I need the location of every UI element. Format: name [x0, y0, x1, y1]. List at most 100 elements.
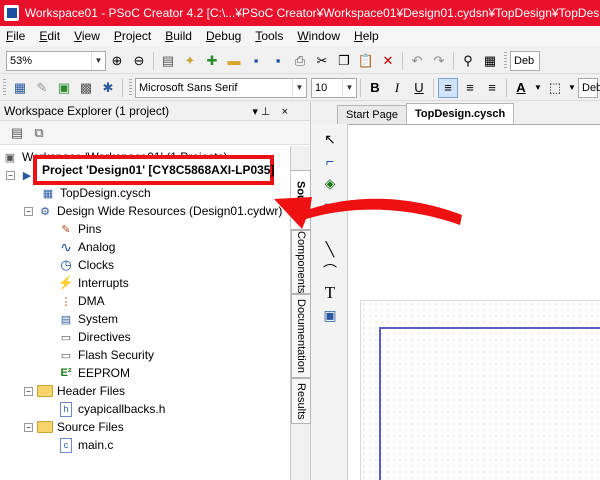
separator — [506, 78, 507, 97]
image-icon[interactable]: ▣ — [321, 306, 339, 324]
collapse-icon[interactable]: − — [24, 206, 33, 216]
align-right-icon[interactable]: ≡ — [482, 78, 502, 98]
schematic-canvas[interactable] — [348, 124, 600, 480]
separator — [453, 51, 454, 70]
collapse-all-icon[interactable]: ⧉ — [29, 123, 49, 143]
menu-debug[interactable]: Debug — [206, 29, 241, 43]
find-icon[interactable]: ⚲ — [458, 51, 478, 71]
tree-node-eeprom[interactable]: E² EEPROM — [58, 364, 131, 382]
build-icon[interactable]: ▦ — [10, 78, 30, 98]
schematic-sheet[interactable] — [360, 300, 600, 480]
save-icon[interactable]: ▪ — [246, 51, 266, 71]
program-icon[interactable]: ▣ — [54, 78, 74, 98]
chevron-down-icon[interactable]: ▼ — [533, 78, 543, 98]
collapse-icon[interactable]: − — [6, 170, 15, 180]
collapse-icon[interactable]: − — [24, 422, 33, 432]
cut-icon[interactable]: ✂ — [312, 51, 332, 71]
folder-icon — [37, 419, 53, 435]
align-center-icon[interactable]: ≡ — [460, 78, 480, 98]
directives-icon: ▭ — [60, 331, 72, 344]
zoom-in-icon[interactable]: ⊕ — [107, 51, 127, 71]
tree-node-main-c[interactable]: c main.c — [58, 436, 113, 454]
tree-node-directives[interactable]: ▭ Directives — [58, 328, 131, 346]
undo-icon[interactable]: ↶ — [407, 51, 427, 71]
explorer-header: Workspace Explorer (1 project) ▾ ⊥ × — [0, 102, 310, 121]
copy-icon[interactable]: ❐ — [334, 51, 354, 71]
tree-node-header-files[interactable]: − Header Files — [24, 382, 125, 400]
delete-icon[interactable]: ✕ — [378, 51, 398, 71]
wire-icon[interactable]: ⌐ — [321, 152, 339, 170]
line-color-icon[interactable]: ⬚ — [545, 78, 565, 98]
open-folder-icon[interactable]: ▬ — [224, 51, 244, 71]
toolbar-grip[interactable] — [129, 78, 132, 97]
add-item-icon[interactable]: ✚ — [202, 51, 222, 71]
tab-results[interactable]: Results — [291, 378, 311, 424]
tree-node-dma[interactable]: ⋮ DMA — [58, 292, 105, 310]
toolbar-grip[interactable] — [3, 78, 6, 97]
menu-build[interactable]: Build — [165, 29, 192, 43]
clean-icon[interactable]: ✎ — [32, 78, 52, 98]
tab-topdesign[interactable]: TopDesign.cysch — [405, 103, 515, 124]
tab-components[interactable]: Components — [291, 230, 311, 294]
device-icon[interactable]: ▩ — [76, 78, 96, 98]
tab-documentation[interactable]: Documentation — [291, 294, 311, 378]
tree-node-pins[interactable]: ✎ Pins — [58, 220, 101, 238]
separator — [122, 78, 123, 97]
tree-node-system[interactable]: ▤ System — [58, 310, 118, 328]
font-size-value: 10 — [315, 81, 328, 94]
eeprom-icon: E² — [60, 367, 72, 379]
menu-edit[interactable]: Edit — [39, 29, 60, 43]
new-project-icon[interactable]: ✦ — [180, 51, 200, 71]
font-name-combo[interactable]: Microsoft Sans Serif ▼ — [135, 77, 307, 98]
debug-combo-value: Deb — [582, 81, 600, 94]
tree-node-source-files[interactable]: − Source Files — [24, 418, 124, 436]
tree-node-header-file[interactable]: h cyapicallbacks.h — [58, 400, 165, 418]
zoom-combo[interactable]: 53% ▼ — [6, 50, 106, 71]
zoom-out-icon[interactable]: ⊖ — [129, 51, 149, 71]
line-icon[interactable]: ╲ — [321, 240, 339, 258]
collapse-icon[interactable]: − — [24, 386, 33, 396]
debug-icon[interactable]: ✱ — [98, 78, 118, 98]
font-color-icon[interactable]: A — [511, 78, 531, 98]
separator — [360, 78, 361, 97]
print-icon[interactable]: ⎙ — [290, 51, 310, 71]
redo-icon[interactable]: ↷ — [429, 51, 449, 71]
close-icon[interactable]: × — [282, 106, 288, 118]
pointer-icon[interactable]: ↖ — [321, 130, 339, 148]
bold-button[interactable]: B — [365, 78, 385, 98]
tab-start-page[interactable]: Start Page — [337, 105, 407, 124]
project-tree: ▣ Workspace 'Workspace01' (1 Projects) −… — [0, 146, 290, 480]
tree-node-topdesign[interactable]: ▦ TopDesign.cysch — [40, 184, 151, 202]
tree-node-dwr[interactable]: − ⚙ Design Wide Resources (Design01.cydw… — [24, 202, 282, 220]
text-icon[interactable]: T — [321, 283, 339, 302]
save-all-icon[interactable]: ▪ — [268, 51, 288, 71]
pin-icon[interactable]: ▾ ⊥ — [252, 106, 270, 118]
tree-node-interrupts[interactable]: ⚡ Interrupts — [58, 274, 129, 292]
debug-combo[interactable]: Deb — [578, 77, 600, 98]
tree-node-analog[interactable]: ∿ Analog — [58, 238, 115, 256]
config-combo[interactable]: Deb — [510, 50, 540, 71]
italic-button[interactable]: I — [387, 78, 407, 98]
tree-node-flash-security[interactable]: ▭ Flash Security — [58, 346, 154, 364]
tree-node-clocks[interactable]: ◷ Clocks — [58, 256, 114, 274]
menu-file[interactable]: File — [6, 29, 25, 43]
config-value: Deb — [514, 54, 535, 67]
new-file-icon[interactable]: ▤ — [158, 51, 178, 71]
chip-icon[interactable]: ▦ — [480, 51, 500, 71]
font-size-combo[interactable]: 10 ▼ — [311, 77, 357, 98]
toolbar-grip[interactable] — [504, 51, 507, 70]
arc-icon[interactable]: ⌒ — [321, 262, 339, 280]
menu-window[interactable]: Window — [297, 29, 340, 43]
menu-help[interactable]: Help — [354, 29, 379, 43]
properties-icon[interactable]: ▤ — [7, 123, 27, 143]
font-name-value: Microsoft Sans Serif — [139, 81, 238, 94]
paste-icon[interactable]: 📋 — [356, 51, 376, 71]
folder-icon — [37, 383, 53, 399]
align-left-icon[interactable]: ≡ — [438, 77, 458, 98]
menu-tools[interactable]: Tools — [255, 29, 283, 43]
underline-button[interactable]: U — [409, 78, 429, 98]
chevron-down-icon[interactable]: ▼ — [567, 78, 577, 98]
schematic-icon: ▦ — [42, 187, 54, 200]
menu-view[interactable]: View — [74, 29, 100, 43]
menu-project[interactable]: Project — [114, 29, 151, 43]
